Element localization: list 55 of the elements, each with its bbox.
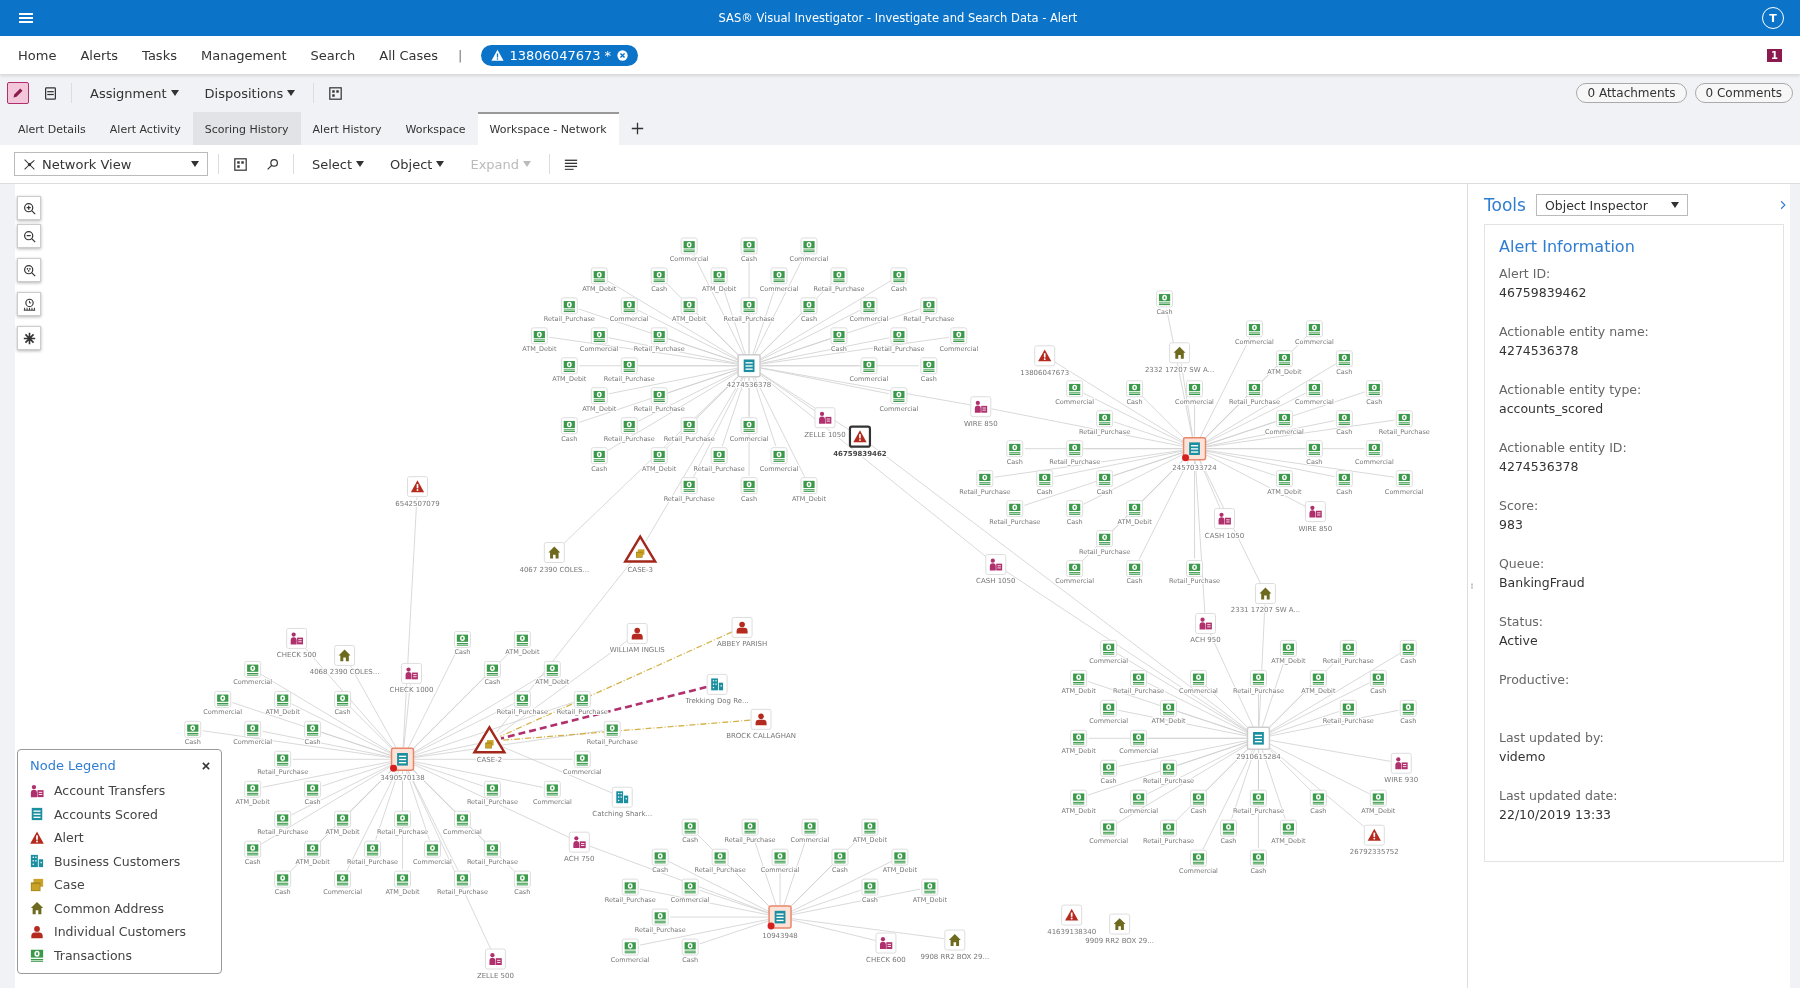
field-value: 4274536378 — [1499, 459, 1580, 474]
nav-link[interactable]: Home — [18, 47, 57, 63]
field-label: Score: — [1499, 498, 1540, 513]
field-label: Last updated date: — [1499, 788, 1619, 803]
field-label: Last updated by: — [1499, 730, 1605, 745]
field-label: Actionable entity ID: — [1499, 440, 1628, 455]
field-value: Active — [1499, 633, 1539, 648]
nav-separator: | — [458, 47, 463, 63]
tab[interactable]: Scoring History — [192, 112, 301, 145]
nav-link[interactable]: All Cases — [379, 47, 439, 63]
field-label: Productive: — [1499, 672, 1571, 687]
tool-select[interactable]: Object Inspector — [1535, 194, 1688, 216]
tab[interactable]: Alert Details — [6, 112, 98, 145]
card-title: Alert Information — [1499, 237, 1636, 256]
field-value: 983 — [1499, 517, 1524, 532]
field-label: Queue: — [1499, 556, 1546, 571]
window-title: SAS® Visual Investigator - Investigate and Search Data - Alert — [718, 11, 1078, 25]
field-value: 22/10/2019 13:33 — [1499, 807, 1613, 822]
legend-label: Individual Customers — [54, 924, 187, 940]
open-alert-tab[interactable]: 13806047673 * — [480, 44, 639, 66]
legend-label: Alert — [54, 830, 84, 846]
dropdown-menu[interactable]: Object — [382, 156, 453, 172]
nav-link[interactable]: Alerts — [80, 47, 119, 63]
legend-label: Business Customers — [54, 853, 181, 869]
legend-label: Transactions — [54, 947, 133, 963]
nav-link[interactable]: Tasks — [142, 47, 177, 63]
field-label: Alert ID: — [1499, 266, 1552, 281]
tab[interactable]: Workspace — [393, 112, 478, 145]
field-label: Actionable entity name: — [1499, 324, 1650, 339]
notification-badge[interactable]: 1 — [1767, 48, 1782, 62]
tab[interactable]: Alert Activity — [97, 112, 193, 145]
view-select[interactable]: Network View — [14, 152, 208, 176]
field-value: 46759839462 — [1499, 285, 1588, 300]
dropdown-menu[interactable]: Select — [304, 156, 373, 172]
field-value: BankingFraud — [1499, 575, 1586, 590]
nav-link[interactable]: Management — [200, 47, 287, 63]
legend-label: Common Address — [54, 900, 165, 916]
field-value: 4274536378 — [1499, 343, 1580, 358]
legend-label: Case — [54, 877, 85, 893]
dropdown-menu[interactable]: Dispositions — [196, 85, 304, 101]
legend-label: Accounts Scored — [54, 806, 158, 822]
counter-button[interactable]: 0 Attachments — [1576, 83, 1687, 103]
dropdown-menu[interactable]: Assignment — [82, 85, 187, 101]
field-label: Status: — [1499, 614, 1545, 629]
tab[interactable]: Workspace - Network — [477, 112, 619, 145]
open-alert-label: 13806047673 * — [509, 47, 612, 63]
tools-title: Tools — [1484, 195, 1526, 215]
field-label: Actionable entity type: — [1499, 382, 1643, 397]
field-value: accounts_scored — [1499, 401, 1605, 416]
legend-label: Account Transfers — [54, 783, 166, 799]
legend-title: Node Legend — [30, 758, 116, 773]
tab[interactable]: Alert History — [300, 112, 394, 145]
counter-button[interactable]: 0 Comments — [1694, 83, 1793, 103]
nav-link[interactable]: Search — [310, 47, 356, 63]
field-value: videmo — [1499, 749, 1547, 764]
